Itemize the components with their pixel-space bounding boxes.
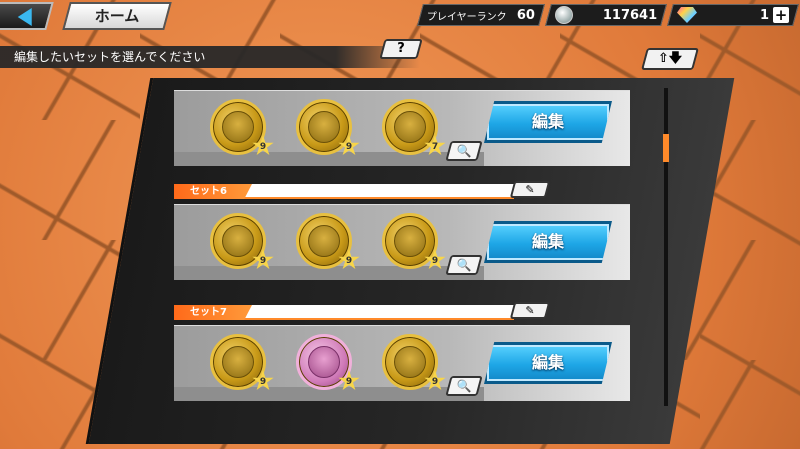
rename-button[interactable]: ✎ bbox=[509, 302, 551, 319]
scrollbar-thumb[interactable] bbox=[663, 134, 669, 162]
edit-button[interactable]: 編集 bbox=[484, 101, 612, 143]
medal-slot[interactable] bbox=[382, 99, 438, 155]
player-rank-display: プレイヤーランク 60 bbox=[417, 4, 545, 26]
coins-value: 117641 bbox=[602, 7, 657, 23]
home-button-label: ホーム bbox=[94, 7, 140, 25]
set-name: セット7 bbox=[174, 305, 252, 320]
set-card-body: 9 9 7 🔍 編集 bbox=[174, 90, 630, 166]
back-arrow-icon bbox=[17, 8, 32, 26]
magnify-icon: 🔍 bbox=[456, 379, 472, 393]
character-portrait-icon bbox=[394, 346, 426, 378]
help-icon: ? bbox=[397, 41, 405, 56]
player-rank-label: プレイヤーランク bbox=[427, 11, 507, 23]
instruction-text: 編集したいセットを選んでください bbox=[0, 46, 420, 68]
character-portrait-icon bbox=[308, 346, 340, 378]
gems-display: 1 + bbox=[667, 4, 799, 26]
home-button[interactable]: ホーム bbox=[62, 2, 172, 30]
medal-slot[interactable] bbox=[382, 334, 438, 390]
medal-slot[interactable] bbox=[296, 334, 352, 390]
character-portrait-icon bbox=[394, 225, 426, 257]
add-gems-button[interactable]: + bbox=[773, 6, 789, 24]
player-rank-value: 60 bbox=[516, 7, 535, 23]
medal-slot[interactable] bbox=[210, 99, 266, 155]
character-portrait-icon bbox=[222, 111, 254, 143]
medal-slot[interactable] bbox=[210, 334, 266, 390]
gem-icon bbox=[677, 7, 697, 23]
character-portrait-icon bbox=[308, 225, 340, 257]
rename-button[interactable]: ✎ bbox=[509, 181, 551, 198]
character-portrait-icon bbox=[222, 225, 254, 257]
magnify-icon: 🔍 bbox=[456, 258, 472, 272]
back-button[interactable] bbox=[0, 2, 54, 30]
character-portrait-icon bbox=[222, 346, 254, 378]
magnify-button[interactable]: 🔍 bbox=[445, 141, 483, 161]
sort-arrows-icon: ⇧🡇 bbox=[657, 51, 683, 66]
magnify-button[interactable]: 🔍 bbox=[445, 376, 483, 396]
set-name: セット6 bbox=[174, 184, 252, 199]
pencil-icon: ✎ bbox=[525, 183, 535, 196]
set-label-bar: セット6 bbox=[174, 184, 514, 199]
sort-button[interactable]: ⇧🡇 bbox=[641, 48, 699, 70]
help-button[interactable]: ? bbox=[379, 39, 423, 59]
gems-value: 1 bbox=[759, 7, 769, 23]
character-portrait-icon bbox=[308, 111, 340, 143]
set-label-bar: セット7 bbox=[174, 305, 514, 320]
edit-button[interactable]: 編集 bbox=[484, 221, 612, 263]
pencil-icon: ✎ bbox=[525, 304, 535, 317]
edit-button[interactable]: 編集 bbox=[484, 342, 612, 384]
magnify-icon: 🔍 bbox=[456, 144, 472, 158]
set-card-body: 9 9 9 🔍 編集 bbox=[174, 204, 630, 280]
coin-icon bbox=[555, 6, 573, 24]
medal-slot[interactable] bbox=[382, 213, 438, 269]
set-card-body: 9 9 9 🔍 編集 bbox=[174, 325, 630, 401]
magnify-button[interactable]: 🔍 bbox=[445, 255, 483, 275]
medal-slot[interactable] bbox=[210, 213, 266, 269]
medal-slot[interactable] bbox=[296, 99, 352, 155]
coins-display: 117641 bbox=[545, 4, 667, 26]
character-portrait-icon bbox=[394, 111, 426, 143]
medal-slot[interactable] bbox=[296, 213, 352, 269]
